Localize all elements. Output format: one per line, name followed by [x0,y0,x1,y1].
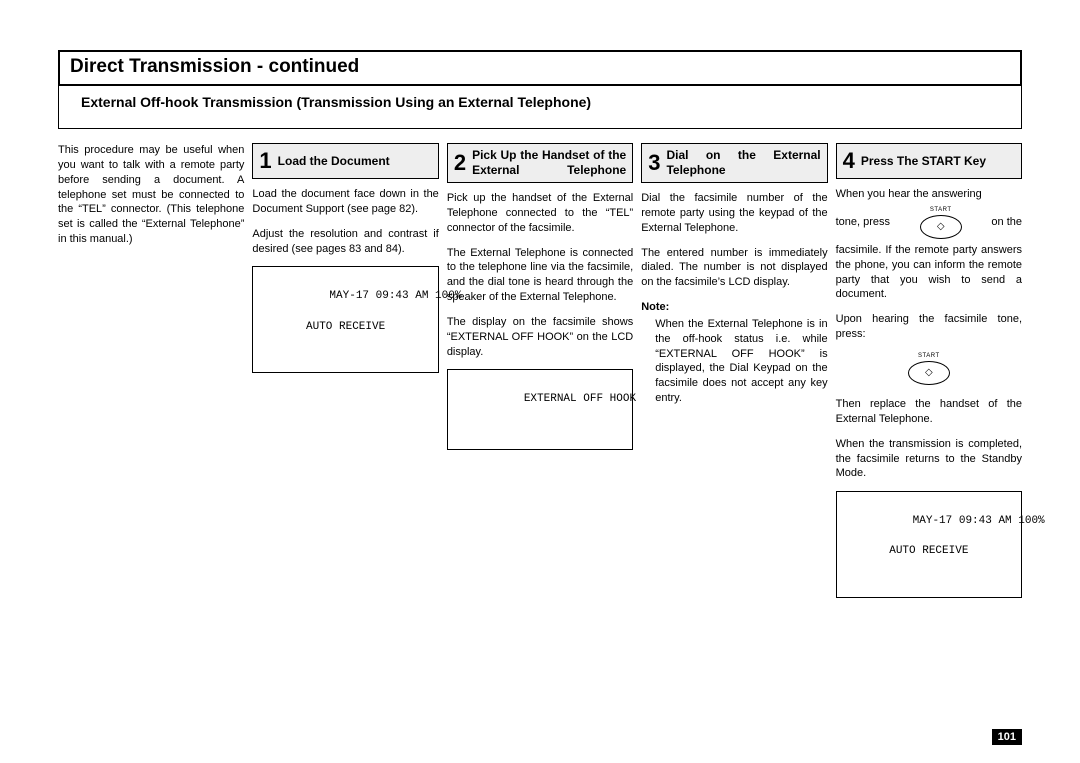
step-2-column: 2 Pick Up the Handset of the External Te… [447,143,633,608]
start-button-icon-2: ◇ [908,361,950,385]
step-1-column: 1 Load the Document Load the document fa… [252,143,438,608]
lcd-1-line2: AUTO RECEIVE [263,320,427,335]
start-button-block: START ◇ [836,352,1022,385]
step-4-inline-row: tone, press START ◇ on the [836,206,1022,239]
step-3-header: 3 Dial on the External Telephone [641,143,827,183]
start-button-icon: ◇ [920,215,962,239]
step-2-p3: The display on the facsimile shows “EXTE… [447,315,633,360]
step-1-title: Load the Document [278,154,390,169]
lcd-2-line1: EXTERNAL OFF HOOK [524,393,636,405]
step-4-p1b-left: tone, press [836,215,890,230]
step-4-number: 4 [843,150,855,172]
lcd-1-line1: MAY-17 09:43 AM 100% [329,290,461,302]
note-body: When the External Telephone is in the of… [655,317,827,406]
step-2-p2: The External Telephone is connected to t… [447,246,633,305]
step-4-body: When you hear the answering tone, press … [836,187,1022,598]
lcd-display-1: MAY-17 09:43 AM 100% AUTO RECEIVE [252,266,438,372]
step-3-p1: Dial the facsimile number of the remote … [641,191,827,236]
step-4-p5: When the transmission is completed, the … [836,437,1022,482]
step-3-column: 3 Dial on the External Telephone Dial th… [641,143,827,608]
step-3-p2: The entered number is immediately dialed… [641,246,827,291]
step-3-body: Dial the facsimile number of the remote … [641,191,827,406]
start-label-2: START [908,352,950,360]
step-3-title: Dial on the External Telephone [666,148,820,178]
step-4-header: 4 Press The START Key [836,143,1022,179]
start-label-1: START [920,206,962,214]
lcd-display-3: MAY-17 09:43 AM 100% AUTO RECEIVE [836,491,1022,597]
step-1-header: 1 Load the Document [252,143,438,179]
intro-column: This procedure may be useful when you wa… [58,143,244,608]
content-columns: This procedure may be useful when you wa… [58,143,1022,608]
section-subtitle: External Off-hook Transmission (Transmis… [58,86,1022,129]
step-2-number: 2 [454,152,466,174]
manual-page: Direct Transmission - continued External… [0,0,1080,763]
page-title: Direct Transmission - continued [58,50,1022,86]
step-1-number: 1 [259,150,271,172]
step-4-p2: facsimile. If the remote party answers t… [836,243,1022,302]
step-4-p3: Upon hearing the facsimile tone, press: [836,312,1022,342]
step-2-header: 2 Pick Up the Handset of the External Te… [447,143,633,183]
step-4-column: 4 Press The START Key When you hear the … [836,143,1022,608]
step-1-p1: Load the document face down in the Docum… [252,187,438,217]
step-4-p4: Then replace the handset of the External… [836,397,1022,427]
start-button-inline: START ◇ [920,206,962,239]
step-4-p1b-right: on the [991,215,1022,230]
lcd-display-2: EXTERNAL OFF HOOK [447,369,633,449]
step-2-p1: Pick up the handset of the External Tele… [447,191,633,236]
step-4-p1a: When you hear the answering [836,187,1022,202]
step-1-p2: Adjust the resolution and contrast if de… [252,227,438,257]
lcd-3-line1: MAY-17 09:43 AM 100% [913,515,1045,527]
step-1-body: Load the document face down in the Docum… [252,187,438,373]
intro-text: This procedure may be useful when you wa… [58,143,244,247]
step-2-title: Pick Up the Handset of the External Tele… [472,148,626,178]
step-2-body: Pick up the handset of the External Tele… [447,191,633,450]
note-label: Note: [641,300,827,315]
step-3-number: 3 [648,152,660,174]
lcd-3-line2: AUTO RECEIVE [847,544,1011,559]
page-number: 101 [992,729,1022,745]
step-4-title: Press The START Key [861,154,986,169]
